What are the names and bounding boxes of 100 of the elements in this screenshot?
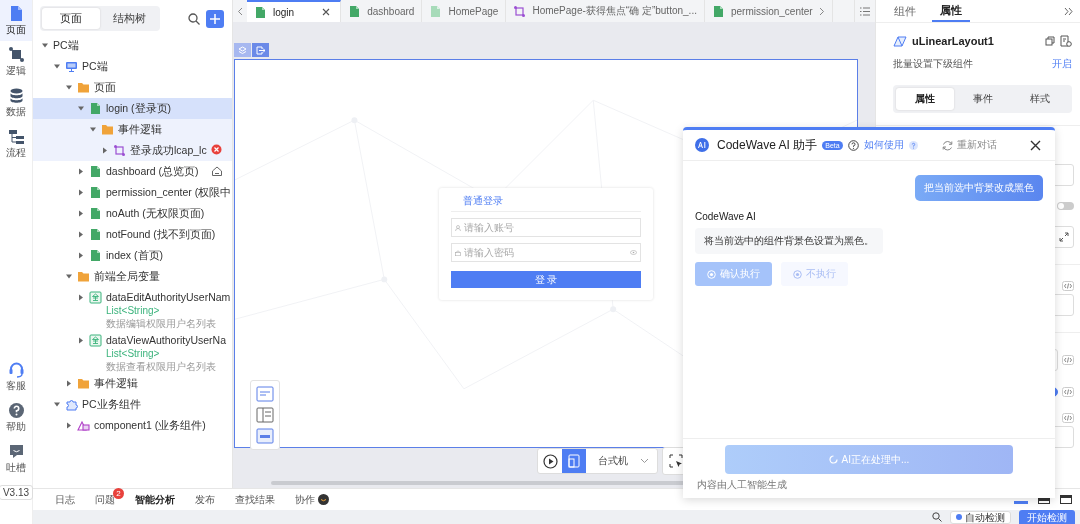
tree-item[interactable]: notFound (找不到页面) <box>33 224 232 245</box>
item-label: 登录成功lcap_lc <box>130 144 207 157</box>
user-icon <box>455 224 461 231</box>
puzzle-icon <box>65 398 78 411</box>
item-label: noAuth (无权限页面) <box>106 207 205 220</box>
panel-tab[interactable]: 结构树 <box>100 8 158 29</box>
panel-tab[interactable]: 组件 <box>886 0 924 22</box>
panel-tab[interactable]: 页面 <box>42 8 100 29</box>
start-check-button[interactable]: 开始检测 <box>1019 510 1075 524</box>
chevron-right-icon[interactable] <box>818 6 825 16</box>
tree-item[interactable]: permission_center (权限中 <box>33 182 232 203</box>
section-tab[interactable]: 事件 <box>953 88 1012 110</box>
collapse-icon[interactable] <box>1064 6 1074 16</box>
sidebar-layout-icon[interactable] <box>256 407 274 423</box>
editor-tab[interactable]: login <box>247 0 342 22</box>
close-button[interactable] <box>1030 139 1041 151</box>
code-icon[interactable] <box>1062 355 1074 365</box>
restart-button[interactable]: 重新对话 <box>936 137 1003 153</box>
item-label: 前端全局变量 <box>94 270 160 283</box>
user-message: 把当前选中背景改成黑色 <box>915 175 1043 201</box>
rail-item[interactable]: 客服 <box>0 356 32 397</box>
editor-tab[interactable]: HomePage-获得焦点“确 定”button_... <box>506 0 705 22</box>
rail-item[interactable]: 页面 <box>0 0 32 41</box>
tree-item[interactable]: dashboard (总览页) <box>33 161 232 182</box>
editor-tab[interactable]: dashboard <box>341 0 423 22</box>
auto-check-button[interactable]: 自动检测 <box>950 510 1011 524</box>
search-icon[interactable] <box>932 512 942 522</box>
close-icon <box>1030 139 1041 151</box>
tree-item[interactable]: PC端 <box>33 56 232 77</box>
bottom-tab[interactable]: 发布 <box>185 489 225 510</box>
header-layout-icon[interactable] <box>256 428 274 444</box>
target-icon <box>707 269 716 279</box>
ai-logo-icon <box>695 138 709 152</box>
editor-tab[interactable]: HomePage <box>422 0 507 22</box>
tree-item[interactable]: login (登录页) <box>33 98 232 119</box>
bottom-tab[interactable]: 智能分析 <box>125 489 185 510</box>
login-tab[interactable]: 普通登录 <box>451 194 641 212</box>
item-label: 事件逻辑 <box>118 123 162 136</box>
device-icon <box>568 454 580 468</box>
device-select[interactable]: 台式机 <box>586 449 657 473</box>
tree-item[interactable]: index (首页) <box>33 245 232 266</box>
tree-item[interactable]: dataEditAuthorityUserNam List<String> 数据编辑权限用户名列表 <box>33 287 232 330</box>
select-tool[interactable] <box>252 43 269 57</box>
enable-link[interactable]: 开启 <box>1052 57 1072 71</box>
batch-label: 批量设置下级组件 <box>893 57 973 71</box>
panel-tab[interactable]: 属性 <box>932 0 970 22</box>
close-icon[interactable] <box>322 8 331 16</box>
tree-item[interactable]: 事件逻辑 <box>33 373 232 394</box>
code-icon[interactable] <box>1062 413 1074 423</box>
tree-item[interactable]: 登录成功lcap_lc <box>33 140 232 161</box>
page-icon <box>429 4 443 18</box>
tree-item[interactable]: PC业务组件 <box>33 394 232 415</box>
tree-item[interactable]: 前端全局变量 <box>33 266 232 287</box>
editor-tab[interactable]: permission_center <box>704 0 833 22</box>
bottom-tab[interactable]: 查找结果 <box>225 489 285 510</box>
chat-icon <box>7 443 25 460</box>
document-settings-icon[interactable] <box>1060 35 1072 47</box>
login-button[interactable]: 登 录 <box>451 271 641 288</box>
chevron-down-icon <box>640 458 649 464</box>
ai-message: 将当前选中的组件背景色设置为黑色。 <box>695 228 883 254</box>
layers-icon <box>238 45 247 55</box>
search-icon[interactable] <box>188 12 200 25</box>
tree-item[interactable]: PC端 <box>33 35 232 56</box>
rail-item[interactable]: 流程 <box>0 123 32 164</box>
code-icon[interactable] <box>1062 281 1074 291</box>
page-icon <box>89 165 102 178</box>
help-link[interactable]: 如何使用 <box>863 138 904 152</box>
export-icon <box>256 45 265 55</box>
rail-item[interactable]: 逻辑 <box>0 41 32 82</box>
list-icon[interactable] <box>860 6 870 16</box>
tree-item[interactable]: 页面 <box>33 77 232 98</box>
logic-icon <box>513 4 527 18</box>
copy-icon[interactable] <box>1045 36 1055 46</box>
tree-item[interactable]: noAuth (无权限页面) <box>33 203 232 224</box>
add-button[interactable] <box>206 9 224 28</box>
variable-icon <box>89 291 102 304</box>
section-tab[interactable]: 样式 <box>1011 88 1069 110</box>
count-badge: 2 <box>113 488 124 499</box>
bottom-tab[interactable]: 协作 <box>285 489 339 510</box>
rail-item[interactable]: 数据 <box>0 82 32 123</box>
expand-icon[interactable] <box>1059 232 1069 242</box>
page-icon <box>89 249 102 262</box>
page-icon <box>89 186 102 199</box>
page-icon <box>711 4 725 18</box>
tree-item[interactable]: component1 (业务组件) <box>33 415 232 436</box>
chevron-left-icon[interactable] <box>237 6 243 16</box>
rail-item[interactable]: 吐槽 <box>0 438 32 479</box>
shapes-icon <box>77 419 90 432</box>
bottom-tab[interactable]: 日志 <box>45 489 85 510</box>
tree-item[interactable]: dataViewAuthorityUserNa List<String> 数据查看权限用户名列表 <box>33 330 232 373</box>
section-tab[interactable]: 属性 <box>896 88 954 110</box>
panel-top-icon[interactable] <box>1060 495 1072 504</box>
code-icon[interactable] <box>1062 387 1074 397</box>
component-icon <box>893 35 907 47</box>
toggle-switch[interactable] <box>1057 202 1074 210</box>
tree-item[interactable]: 事件逻辑 <box>33 119 232 140</box>
item-label: dataViewAuthorityUserNa <box>106 334 227 347</box>
item-description: 数据查看权限用户名列表 <box>106 360 217 373</box>
plus-icon <box>210 13 220 24</box>
rail-item[interactable]: 帮助 <box>0 397 32 438</box>
